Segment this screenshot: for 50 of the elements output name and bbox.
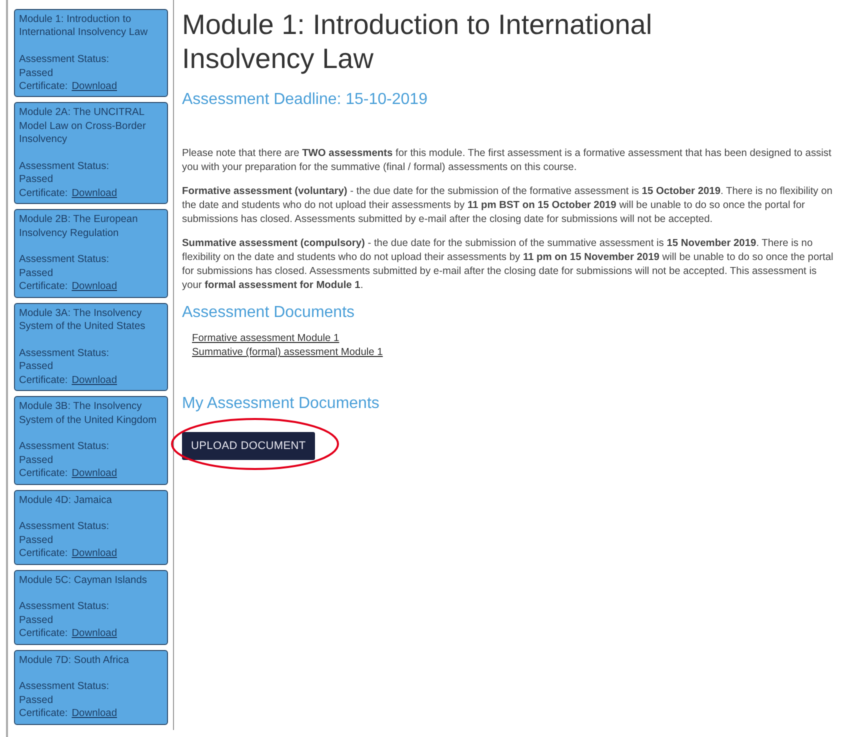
status-label: Assessment Status: (19, 680, 110, 694)
certificate-label: Certificate: (19, 374, 68, 388)
page-title: Module 1: Introduction to International Insolvency Law (182, 8, 654, 76)
download-link[interactable]: Download (72, 186, 118, 200)
status-label: Assessment Status: (19, 160, 110, 174)
certificate-label: Certificate: (19, 627, 68, 641)
certificate-label: Certificate: (19, 280, 68, 294)
certificate-label: Certificate: (19, 467, 68, 481)
status-label: Assessment Status: (19, 346, 110, 360)
section-heading: My Assessment Documents (182, 394, 380, 414)
status-label: Assessment Status: (19, 53, 110, 67)
certificate-label: Certificate: (19, 547, 68, 561)
download-link[interactable]: Download (72, 80, 118, 94)
status-value: Passed (19, 66, 54, 80)
upload-button[interactable]: UPLOAD DOCUMENT (182, 432, 315, 460)
section-heading: Assessment Documents (182, 303, 356, 322)
body-paragraph: Summative assessment (compulsory) - the due date for the submission of the summative assessment is 15 November 2019. There is no flexibility on the date and students who do not upload their assessments by 11 pm on 15 November 2019 will be unable to do so once the portal for submissions has closed. Assessments submitted by e-mail after the closing date for submissions will not be accepted. This assessment is your formal assessment for Module 1. (182, 237, 834, 294)
module-title: Module 2A: The UNCITRAL Model Law on Cross-Border Insolvency (19, 106, 147, 147)
status-value: Passed (19, 614, 54, 628)
status-label: Assessment Status: (19, 520, 110, 534)
module-title: Module 3A: The Insolvency System of the United States (19, 306, 146, 334)
certificate-label: Certificate: (19, 186, 68, 200)
download-link[interactable]: Download (72, 707, 118, 721)
status-value: Passed (19, 534, 54, 548)
module-title: Module 3B: The Insolvency System of the United Kingdom (19, 400, 158, 427)
download-link[interactable]: Download (72, 467, 118, 481)
status-value: Passed (19, 694, 54, 708)
status-value: Passed (19, 360, 54, 374)
download-link[interactable]: Download (72, 627, 118, 641)
download-link[interactable]: Download (72, 547, 118, 561)
module-title: Module 1: Introduction to International Insolvency Law (19, 13, 149, 40)
module-title: Module 7D: South Africa (19, 654, 130, 667)
module-title: Module 5C: Cayman Islands (19, 574, 148, 587)
status-label: Assessment Status: (19, 440, 110, 454)
module-title: Module 4D: Jamaica (19, 494, 113, 507)
status-value: Passed (19, 173, 54, 187)
status-label: Assessment Status: (19, 600, 110, 614)
document-link[interactable]: Formative assessment Module 1 (192, 332, 835, 346)
document-link[interactable]: Summative (formal) assessment Module 1 (192, 346, 835, 360)
certificate-label: Certificate: (19, 80, 68, 94)
status-value: Passed (19, 266, 54, 280)
certificate-label: Certificate: (19, 707, 68, 721)
module-title: Module 2B: The European Insolvency Regulation (19, 213, 139, 240)
deadline-heading: Assessment Deadline: 15-10-2019 (182, 90, 428, 110)
status-value: Passed (19, 454, 54, 468)
body-paragraph: Formative assessment (voluntary) - the due date for the submission of the formative assessment is 15 October 2019. There is no flexibility on the date and students who do not upload their assessments by 11 pm BST on 15 October 2019 will be unable to do so once the portal for submissions has closed. Assessments submitted by e-mail after the closing date for submissions will not be accepted. (182, 185, 834, 228)
download-link[interactable]: Download (72, 280, 118, 294)
download-link[interactable]: Download (72, 374, 118, 388)
status-label: Assessment Status: (19, 253, 110, 267)
body-paragraph: Please note that there are TWO assessments for this module. The first assessment is a formative assessment that has been designed to assist you with your preparation for the summative (final / formal) assessments on this course. (182, 147, 832, 176)
